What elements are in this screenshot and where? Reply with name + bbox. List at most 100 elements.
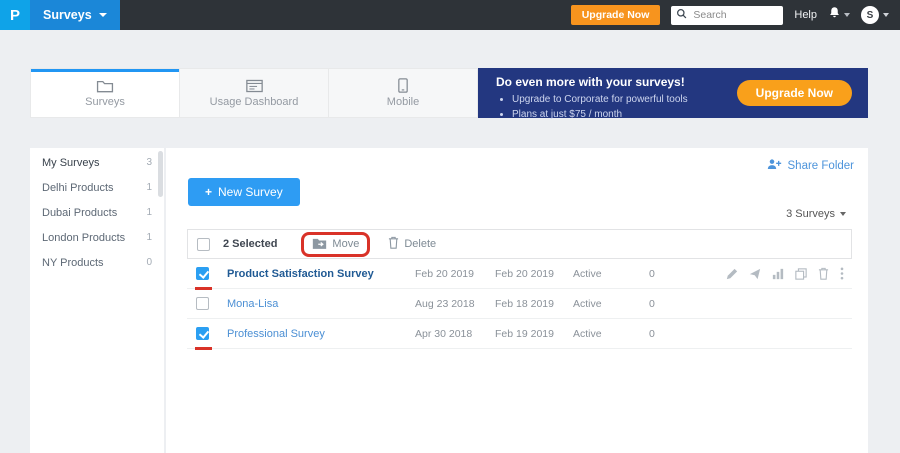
annotation-underline <box>195 347 212 350</box>
delete-label: Delete <box>404 238 436 250</box>
row-actions <box>699 267 852 280</box>
selected-count-label: 2 Selected <box>223 238 277 250</box>
folder-label: Dubai Products <box>42 207 117 219</box>
row-checkbox[interactable] <box>196 267 209 280</box>
account-menu[interactable]: S <box>861 6 889 24</box>
tab-label: Surveys <box>85 96 125 108</box>
search-box[interactable] <box>671 6 783 25</box>
survey-row: Product Satisfaction Survey Feb 20 2019 … <box>187 259 852 289</box>
more-options-button[interactable] <box>840 267 844 280</box>
status-label: Active <box>573 298 649 310</box>
folder-count: 1 <box>146 182 152 193</box>
list-toolbar: 2 Selected Move Delete <box>187 229 852 259</box>
folders-sidebar: My Surveys 3 Delhi Products 1 Dubai Prod… <box>30 148 164 453</box>
folder-count: 0 <box>146 257 152 268</box>
folder-count: 1 <box>146 207 152 218</box>
tab-bar: Surveys Usage Dashboard Mobile <box>30 68 478 118</box>
trash-icon <box>388 236 399 252</box>
workspace: My Surveys 3 Delhi Products 1 Dubai Prod… <box>30 148 868 453</box>
app-logo[interactable]: P <box>0 0 30 30</box>
tab-label: Usage Dashboard <box>210 96 299 108</box>
row-checkbox-cell <box>187 259 227 288</box>
delete-button[interactable]: Delete <box>388 236 436 252</box>
tab-label: Mobile <box>387 96 419 108</box>
help-link[interactable]: Help <box>794 9 817 21</box>
banner-upgrade-button[interactable]: Upgrade Now <box>737 80 852 106</box>
status-label: Active <box>573 268 649 280</box>
created-date: Apr 30 2018 <box>415 328 495 340</box>
survey-row: Professional Survey Apr 30 2018 Feb 19 2… <box>187 319 852 349</box>
move-folder-icon <box>312 237 327 252</box>
folder-label: Delhi Products <box>42 182 114 194</box>
row-checkbox[interactable] <box>196 297 209 310</box>
move-button[interactable]: Move <box>312 237 359 252</box>
folder-icon <box>96 78 114 93</box>
modified-date: Feb 18 2019 <box>495 298 573 310</box>
row-checkbox[interactable] <box>196 327 209 340</box>
responses-count: 0 <box>649 328 699 340</box>
new-survey-label: New Survey <box>218 185 283 199</box>
send-button[interactable] <box>749 268 761 280</box>
share-folder-icon <box>767 158 782 173</box>
topbar: P Surveys Upgrade Now Help S <box>0 0 900 30</box>
row-checkbox-cell <box>187 289 227 318</box>
search-input[interactable] <box>691 8 778 22</box>
search-icon <box>676 6 687 24</box>
folder-label: My Surveys <box>42 157 99 169</box>
folder-count: 3 <box>146 157 152 168</box>
sidebar-item-ny-products[interactable]: NY Products 0 <box>30 250 164 275</box>
survey-list: 2 Selected Move Delete <box>187 229 852 349</box>
chevron-down-icon <box>844 13 850 17</box>
banner-bullet: Plans at just $75 / month <box>512 107 868 122</box>
tab-mobile[interactable]: Mobile <box>329 69 477 117</box>
surveys-menu-label: Surveys <box>43 8 92 22</box>
tab-surveys[interactable]: Surveys <box>31 69 180 117</box>
topbar-right: Upgrade Now Help S <box>571 5 900 25</box>
sidebar-item-delhi-products[interactable]: Delhi Products 1 <box>30 175 164 200</box>
copy-button[interactable] <box>795 268 807 280</box>
new-survey-button[interactable]: + New Survey <box>188 178 300 206</box>
row-checkbox-cell <box>187 319 227 348</box>
move-annotation-highlight: Move <box>301 232 370 257</box>
survey-title-link[interactable]: Professional Survey <box>227 328 415 340</box>
created-date: Feb 20 2019 <box>415 268 495 280</box>
status-label: Active <box>573 328 649 340</box>
chevron-down-icon <box>840 212 846 216</box>
surveys-count-label: 3 Surveys <box>786 208 835 220</box>
sidebar-item-my-surveys[interactable]: My Surveys 3 <box>30 150 164 175</box>
chevron-down-icon <box>99 13 107 17</box>
dashboard-icon <box>246 78 263 93</box>
delete-row-button[interactable] <box>818 267 829 280</box>
edit-button[interactable] <box>726 268 738 280</box>
survey-title-link[interactable]: Product Satisfaction Survey <box>227 268 415 280</box>
responses-count: 0 <box>649 268 699 280</box>
avatar: S <box>861 6 879 24</box>
responses-count: 0 <box>649 298 699 310</box>
tabs-banner-band: Surveys Usage Dashboard Mobile Do even m… <box>30 68 868 118</box>
modified-date: Feb 19 2019 <box>495 328 573 340</box>
tab-usage-dashboard[interactable]: Usage Dashboard <box>180 69 329 117</box>
surveys-panel: Share Folder + New Survey 3 Surveys 2 Se… <box>166 148 868 453</box>
folder-count: 1 <box>146 232 152 243</box>
share-folder-label: Share Folder <box>788 160 854 172</box>
sidebar-item-dubai-products[interactable]: Dubai Products 1 <box>30 200 164 225</box>
upgrade-now-button[interactable]: Upgrade Now <box>571 5 661 25</box>
share-folder-link[interactable]: Share Folder <box>767 158 854 173</box>
sidebar-item-london-products[interactable]: London Products 1 <box>30 225 164 250</box>
created-date: Aug 23 2018 <box>415 298 495 310</box>
plus-icon: + <box>205 185 212 199</box>
bell-icon <box>828 6 841 24</box>
stats-button[interactable] <box>772 268 784 280</box>
chevron-down-icon <box>883 13 889 17</box>
app-logo-letter: P <box>10 7 20 24</box>
mobile-icon <box>398 78 408 93</box>
surveys-menu[interactable]: Surveys <box>30 0 120 30</box>
folder-label: NY Products <box>42 257 104 269</box>
survey-title-link[interactable]: Mona-Lisa <box>227 298 415 310</box>
folder-label: London Products <box>42 232 125 244</box>
move-label: Move <box>332 238 359 250</box>
surveys-count-dropdown[interactable]: 3 Surveys <box>786 208 846 220</box>
survey-row: Mona-Lisa Aug 23 2018 Feb 18 2019 Active… <box>187 289 852 319</box>
select-all-checkbox[interactable] <box>197 238 210 251</box>
notifications-menu[interactable] <box>828 6 850 24</box>
